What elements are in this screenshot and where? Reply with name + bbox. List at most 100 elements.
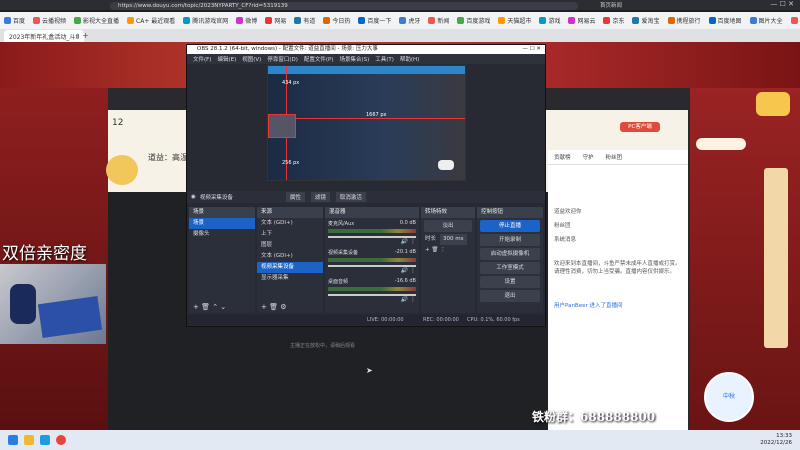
chat-message: 粉丝团 xyxy=(554,223,571,229)
bookmark-item[interactable]: 百度游戏 xyxy=(457,16,490,25)
bookmark-item[interactable]: 天猫超市 xyxy=(498,16,531,25)
bookmark-icon xyxy=(603,17,611,24)
source-item[interactable]: 上下 xyxy=(257,229,323,240)
browser-titlebar: https://www.douyu.com/topic/2023NYPARTY_… xyxy=(0,0,800,10)
selected-source-box[interactable] xyxy=(268,114,296,138)
tab-contribution[interactable]: 贡献榜 xyxy=(548,150,577,164)
scene-item[interactable]: 场景 xyxy=(189,218,255,229)
transition-select[interactable]: 淡出 xyxy=(424,220,472,232)
speaker-icon[interactable]: 🔊 ⋮ xyxy=(328,238,416,245)
bookmark-item[interactable]: 微博 xyxy=(236,16,257,25)
mixer-channel-db: -20.1 dB xyxy=(394,249,416,255)
mixer-channel-name: 视频采集设备 xyxy=(328,250,359,256)
bookmark-item[interactable]: 网易 xyxy=(265,16,286,25)
bookmark-item[interactable]: 网易云 xyxy=(568,16,595,25)
bookmark-item[interactable]: 爱淘宝 xyxy=(632,16,660,25)
volume-slider[interactable] xyxy=(328,265,416,267)
bookmark-item[interactable]: 新闻 xyxy=(428,16,449,25)
obs-icon[interactable] xyxy=(56,435,66,445)
bookmark-item[interactable]: 影视大全直播 xyxy=(74,16,119,25)
deactivate-button[interactable]: 取消激活 xyxy=(335,192,366,202)
bookmark-icon xyxy=(428,17,436,24)
tab-title: 2023年新年礼盒活动_斗鱼直播平台 xyxy=(9,33,79,41)
window-controls[interactable]: — ☐ ✕ xyxy=(770,0,794,8)
speaker-icon[interactable]: 🔊 ⋮ xyxy=(328,267,416,274)
current-source: 视频采集设备 xyxy=(199,195,233,201)
folder-icon[interactable] xyxy=(24,435,34,445)
bookmark-icon xyxy=(667,17,675,24)
bookmark-item[interactable]: 携程旅行 xyxy=(667,16,701,25)
chat-message: 道益欢迎你 xyxy=(554,209,582,215)
obs-title-text: OBS 28.1.2 (64-bit, windows) - 配置文件: 道益直… xyxy=(197,46,378,52)
speaker-icon[interactable]: 🔊 ⋮ xyxy=(328,296,416,303)
source-item[interactable]: 图层 xyxy=(257,240,323,251)
source-add-icon[interactable]: + 🗑 ⚙ xyxy=(261,303,286,311)
chat-footer: 用户PanBeer 进入了直播间 xyxy=(554,303,623,309)
duration-input[interactable]: 300 ms xyxy=(440,234,467,245)
bookmark-item[interactable]: 京东 xyxy=(603,16,624,25)
volume-slider[interactable] xyxy=(328,236,416,238)
source-item[interactable]: 文本 (GDI+) xyxy=(257,251,323,262)
studio-mode-button[interactable]: 工作室模式 xyxy=(480,262,540,274)
obs-menu-item[interactable]: 文件(F) xyxy=(193,55,211,63)
active-tab[interactable]: 2023年新年礼盒活动_斗鱼直播平台 xyxy=(4,30,84,42)
obs-menu-item[interactable]: 停靠窗口(D) xyxy=(267,55,298,63)
obs-menu-item[interactable]: 场景集合(S) xyxy=(339,55,369,63)
pc-client-button[interactable]: PC客户端 xyxy=(620,122,660,132)
bookmark-icon xyxy=(236,17,244,24)
mascot-icon[interactable]: 中秋 xyxy=(704,372,754,422)
start-icon[interactable] xyxy=(8,435,18,445)
bookmark-item[interactable]: 图片大全 xyxy=(749,16,783,25)
bookmark-item[interactable]: 虎牙 xyxy=(399,16,420,25)
edge-icon[interactable] xyxy=(40,435,50,445)
exit-button[interactable]: 退出 xyxy=(480,290,540,302)
bookmark-label: 影视大全直播 xyxy=(83,18,120,25)
bookmark-item[interactable]: 腾讯游戏官网 xyxy=(183,16,228,25)
stop-streaming-button[interactable]: 停止直播 xyxy=(480,220,540,232)
system-clock[interactable]: 13:33 2022/12/26 xyxy=(760,433,792,447)
bookmark-item[interactable]: 小游戏 xyxy=(790,16,800,25)
virtual-camera-button[interactable]: 启动虚拟摄像机 xyxy=(480,248,540,260)
obs-menu-item[interactable]: 配置文件(P) xyxy=(304,55,334,63)
tab-guard[interactable]: 守护 xyxy=(577,150,600,164)
obs-menu-item[interactable]: 帮助(H) xyxy=(400,55,419,63)
scene-add-icon[interactable]: + 🗑 ⌃ ⌄ xyxy=(193,303,226,311)
avatar[interactable] xyxy=(106,155,138,185)
obs-menu-item[interactable]: 视图(V) xyxy=(242,55,261,63)
obs-preview[interactable]: 434 px 1667 px 256 px xyxy=(267,65,466,181)
fan-group-text: 铁粉群：688888800 xyxy=(532,410,656,424)
bookmark-item[interactable]: 有道 xyxy=(294,16,315,25)
measure-right: 1667 px xyxy=(366,112,387,118)
volume-slider[interactable] xyxy=(328,294,416,296)
obs-menu-item[interactable]: 工具(T) xyxy=(375,55,394,63)
bookmark-item[interactable]: 游戏 xyxy=(539,16,560,25)
source-item[interactable]: 文本 (GDI+) xyxy=(257,218,323,229)
bookmark-item[interactable]: 百度一下 xyxy=(358,16,391,25)
start-recording-button[interactable]: 开始录制 xyxy=(480,234,540,246)
bookmark-label: 百度一下 xyxy=(367,18,392,25)
bookmark-icon xyxy=(323,17,331,24)
settings-button[interactable]: 设置 xyxy=(480,276,540,288)
bookmark-item[interactable]: 今日热 xyxy=(323,16,350,25)
obs-menu-item[interactable]: 编辑(E) xyxy=(217,55,236,63)
mixer-channel: 桌面音频 -16.6 dB 🔊 ⋮ xyxy=(325,276,419,305)
source-item[interactable]: 视频采集设备 xyxy=(257,262,323,273)
bookmark-item[interactable]: CA+ 最近观看 xyxy=(127,16,175,25)
new-tab-button[interactable]: + xyxy=(82,31,89,40)
bookmark-icon xyxy=(708,17,716,24)
source-item[interactable]: 显示器采集 xyxy=(257,273,323,284)
bookmark-item[interactable]: 云播视频 xyxy=(33,16,66,25)
scene-item[interactable]: 摄像头 xyxy=(189,229,255,240)
obs-window-controls[interactable]: — ☐ ✕ xyxy=(522,45,541,54)
chat-message: 系统消息 xyxy=(554,237,577,243)
tab-fans[interactable]: 粉丝团 xyxy=(600,150,629,164)
properties-button[interactable]: 属性 xyxy=(285,192,305,202)
bookmark-item[interactable]: 百度地图 xyxy=(708,16,742,25)
bookmark-item[interactable]: 百度 xyxy=(4,16,25,25)
controls-title: 控制按钮 xyxy=(477,207,543,218)
transition-add-icon[interactable]: + 🗑 ⋮ xyxy=(421,245,475,256)
bookmark-icon xyxy=(74,17,82,24)
obs-titlebar: OBS 28.1.2 (64-bit, windows) - 配置文件: 道益直… xyxy=(187,45,545,54)
url-bar[interactable]: https://www.douyu.com/topic/2023NYPARTY_… xyxy=(110,2,578,10)
filters-button[interactable]: 滤镜 xyxy=(310,192,330,202)
